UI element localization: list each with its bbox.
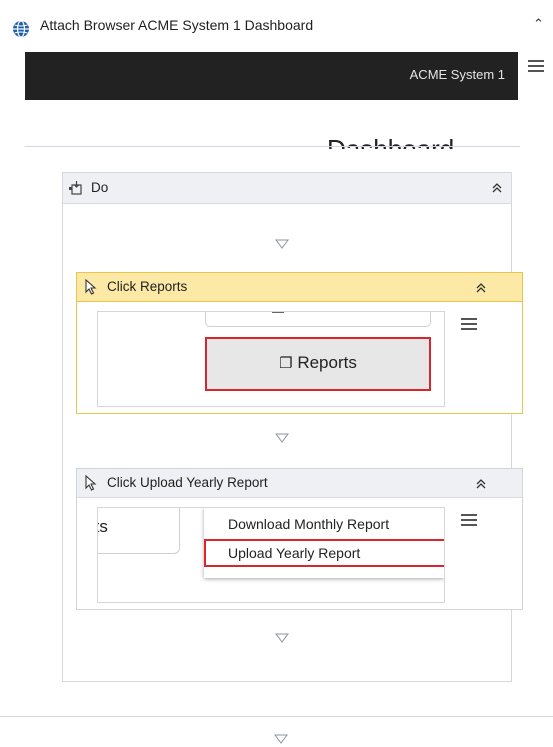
menu-item-upload-yearly: Upload Yearly Report xyxy=(228,545,361,561)
preview-navbar: ACME System 1 xyxy=(25,52,518,100)
do-header[interactable]: Do xyxy=(63,173,511,204)
preview-tick xyxy=(272,312,284,313)
sequence-divider xyxy=(0,716,553,717)
preview-element-outline xyxy=(205,312,431,327)
preview-app-name: ACME System 1 xyxy=(409,67,505,82)
activity-title: Click Upload Yearly Report xyxy=(107,475,268,490)
upload-yearly-report-target: Upload Yearly Report xyxy=(204,539,444,567)
menu-item-download-monthly: Download Monthly Report xyxy=(228,516,390,532)
reports-label: Reports xyxy=(297,353,357,372)
hamburger-icon[interactable] xyxy=(461,513,477,527)
activity-header[interactable]: Click Upload Yearly Report xyxy=(77,469,522,498)
click-upload-yearly-report-activity[interactable]: Click Upload Yearly Report rts Download … xyxy=(76,468,523,610)
double-chevron-up-icon[interactable] xyxy=(475,282,487,294)
double-chevron-up-icon[interactable]: ⌃ xyxy=(533,16,544,32)
reports-button-target: ❐ Reports xyxy=(205,337,431,391)
browser-globe-icon xyxy=(13,20,29,38)
copy-icon: ❐ xyxy=(279,355,293,372)
drop-target-arrow-icon xyxy=(275,239,289,249)
sequence-icon xyxy=(69,181,82,195)
attach-browser-header: Attach Browser ACME System 1 Dashboard ⌃ xyxy=(0,0,553,52)
reports-label-row: ❐ Reports xyxy=(207,353,429,373)
drop-target-arrow-icon xyxy=(274,734,288,744)
activity-title: Click Reports xyxy=(107,279,188,294)
click-reports-activity[interactable]: Click Reports ❐ Reports xyxy=(76,272,523,414)
attach-browser-title: Attach Browser ACME System 1 Dashboard xyxy=(40,17,314,33)
hamburger-icon[interactable] xyxy=(461,317,477,331)
target-screenshot: ❐ Reports xyxy=(97,311,445,407)
hamburger-icon[interactable] xyxy=(527,57,545,75)
preview-divider xyxy=(25,146,520,147)
drop-target-arrow-icon xyxy=(275,633,289,643)
activity-header[interactable]: Click Reports xyxy=(77,273,522,302)
reports-dropdown-menu: Download Monthly Report Upload Yearly Re… xyxy=(204,508,444,578)
double-chevron-up-icon[interactable] xyxy=(491,182,503,194)
reports-button-partial-text: rts xyxy=(98,517,108,536)
cursor-icon xyxy=(85,474,97,491)
target-screenshot: rts Download Monthly Report Upload Yearl… xyxy=(97,507,445,603)
double-chevron-up-icon[interactable] xyxy=(475,478,487,490)
do-label: Do xyxy=(91,180,109,195)
drop-target-arrow-icon xyxy=(275,433,289,443)
cursor-icon xyxy=(85,278,97,295)
reports-button-partial: rts xyxy=(98,508,180,554)
